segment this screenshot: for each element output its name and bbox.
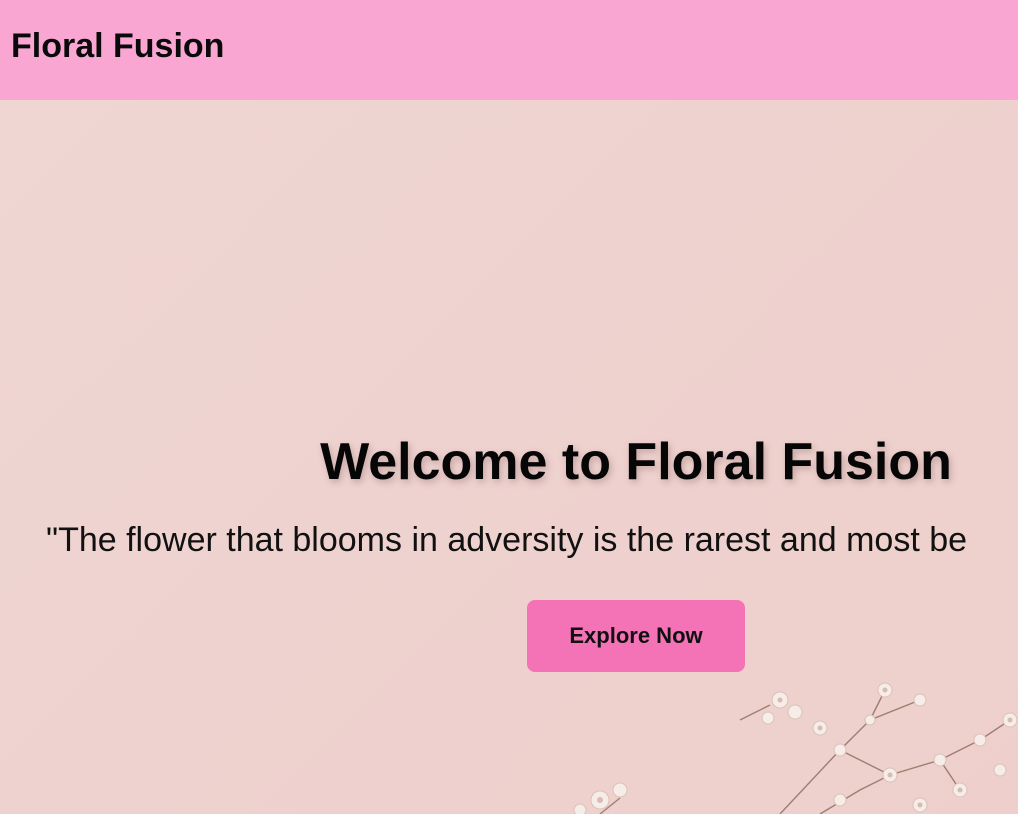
hero-section: Welcome to Floral Fusion "The flower tha…: [0, 100, 1018, 814]
brand-logo-text[interactable]: Floral Fusion: [11, 26, 224, 66]
site-header: Floral Fusion: [0, 0, 1018, 100]
hero-quote: "The flower that blooms in adversity is …: [46, 521, 968, 559]
baby-breath-flowers-icon: [573, 682, 1018, 814]
hero-title: Welcome to Floral Fusion: [320, 433, 952, 491]
explore-now-button[interactable]: Explore Now: [527, 600, 745, 672]
